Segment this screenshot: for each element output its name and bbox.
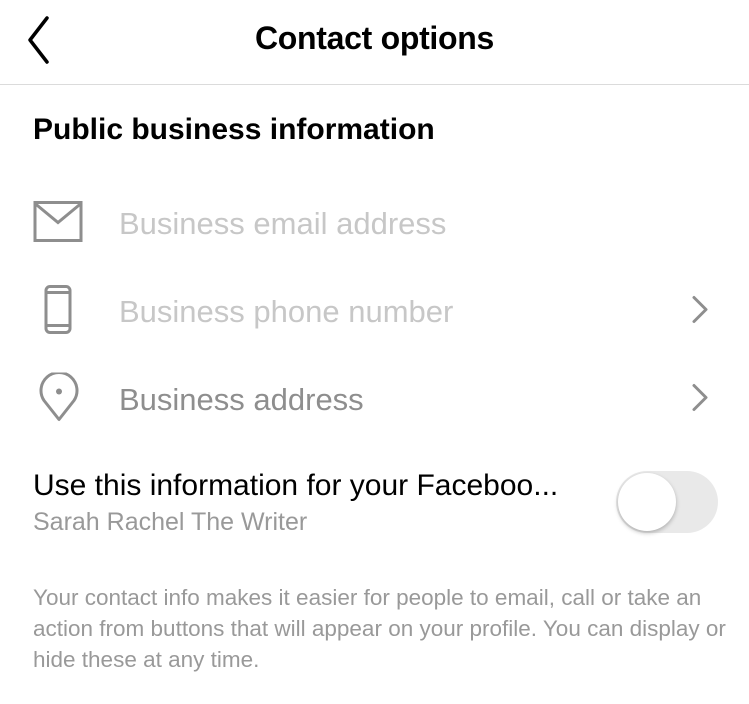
phone-icon	[44, 285, 72, 340]
facebook-page-name: Sarah Rachel The Writer	[33, 508, 308, 536]
facebook-sync-toggle[interactable]	[616, 471, 718, 533]
business-email-label: Business email address	[119, 206, 447, 241]
business-email-field[interactable]: Business email address	[0, 189, 749, 259]
chevron-right-icon	[690, 383, 710, 418]
business-address-label: Business address	[119, 382, 364, 417]
facebook-sync-title: Use this information for your Faceboo...	[33, 469, 559, 502]
business-phone-label: Business phone number	[119, 294, 454, 329]
location-pin-icon	[38, 371, 80, 428]
navigation-header: Contact options	[0, 0, 749, 85]
contact-info-note: Your contact info makes it easier for pe…	[33, 585, 726, 672]
section-title: Public business information	[33, 113, 435, 146]
chevron-right-icon	[690, 295, 710, 330]
page-title: Contact options	[254, 20, 495, 56]
toggle-knob	[618, 473, 676, 531]
business-phone-field[interactable]: Business phone number	[0, 277, 749, 347]
envelope-icon	[33, 201, 83, 248]
business-address-field[interactable]: Business address	[0, 365, 749, 435]
